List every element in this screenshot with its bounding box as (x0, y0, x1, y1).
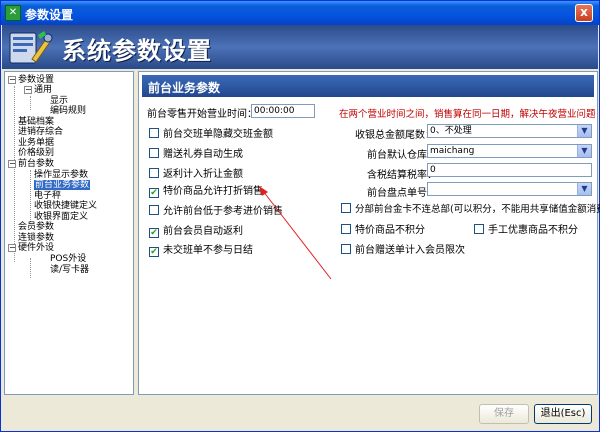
tree-item-inventory[interactable]: 进销存综合 (18, 127, 63, 137)
checkbox[interactable] (149, 148, 159, 158)
tree-item-documents[interactable]: 业务单据 (18, 138, 54, 148)
app-icon: ✕ (5, 5, 21, 21)
tree-item-base-archive[interactable]: 基础档案 (18, 117, 54, 127)
chevron-down-icon[interactable]: ▼ (577, 183, 591, 195)
tree-item-scale[interactable]: 电子秤 (34, 191, 61, 201)
option-manual-discount-no-points[interactable]: 手工优惠商品不积分 (474, 221, 578, 236)
tree-item-card-reader[interactable]: 读/写卡器 (50, 265, 89, 275)
option-unclosed-shift[interactable]: ✔ 未交班单不参与日结 (149, 241, 253, 257)
start-time-label: 前台零售开始营业时间： (147, 109, 257, 120)
tree-item-member[interactable]: 会员参数 (18, 222, 54, 232)
start-time-input[interactable]: 00:00:00 (251, 104, 315, 118)
option-gift-voucher-auto[interactable]: 赠送礼券自动生成 (149, 145, 243, 160)
option-member-auto-rebate[interactable]: ✔ 前台会员自动返利 (149, 222, 243, 238)
checkbox[interactable] (149, 205, 159, 215)
tax-input[interactable]: 0 (427, 163, 592, 177)
window-title: 参数设置 (25, 8, 74, 22)
rounding-label: 收银总金额尾数： (355, 130, 435, 141)
checkbox[interactable] (149, 168, 159, 178)
checkbox-checked[interactable]: ✔ (149, 228, 159, 238)
start-time-hint: 在两个营业时间之间，销售算在同一日期，解决午夜营业问题 (339, 109, 596, 120)
tree-item-hardware[interactable]: − 硬件外设 (8, 243, 54, 253)
tree-item-front-params[interactable]: − 前台参数 (8, 159, 54, 169)
inventory-select[interactable]: ▼ (427, 182, 592, 196)
save-button[interactable]: save-icon保存 (479, 404, 529, 424)
checkbox-checked[interactable]: ✔ (149, 247, 159, 257)
checkbox[interactable] (341, 224, 351, 234)
checkbox[interactable] (474, 224, 484, 234)
header-banner: 系统参数设置 (2, 25, 598, 69)
checkbox[interactable] (341, 203, 351, 213)
checkbox[interactable] (341, 244, 351, 254)
tree-item-display[interactable]: 显示 (50, 96, 68, 106)
tree-item-price-level[interactable]: 价格级别 (18, 148, 54, 158)
chevron-down-icon[interactable]: ▼ (577, 145, 591, 157)
close-button[interactable]: x (575, 4, 593, 22)
rounding-select[interactable]: 0、不处理 ▼ (427, 124, 592, 138)
panel-title: 前台业务参数 (142, 75, 594, 97)
settings-logo-icon (9, 31, 53, 64)
tree-item-chain[interactable]: 连锁参数 (18, 233, 54, 243)
option-special-price-discount[interactable]: ✔ 特价商品允许打折销售 (149, 182, 263, 198)
checkbox[interactable] (149, 128, 159, 138)
exit-button[interactable]: 退出(Esc) (534, 404, 592, 424)
option-rebate-to-discount[interactable]: 返利计入折让金额 (149, 165, 243, 180)
option-gift-member-limit[interactable]: 前台赠送单计入会员限次 (341, 241, 465, 256)
option-branch-gold-card[interactable]: 分部前台金卡不连总部(可以积分，不能用共享储值金额消费) (341, 201, 600, 215)
tree-item-front-business[interactable]: 前台业务参数 (34, 180, 91, 190)
tree-item-operation-display[interactable]: 操作显示参数 (34, 170, 88, 180)
settings-tree[interactable]: − 参数设置 − 通用 显示 编码规则 基础档案 进销存综合 业务单据 价格级别 −… (4, 71, 134, 395)
chevron-down-icon[interactable]: ▼ (577, 125, 591, 137)
checkbox-checked[interactable]: ✔ (149, 188, 159, 198)
window: ✕ 参数设置 x 系统参数设置 − 参数设置 − 通用 显示 编码规则 基础档案 进… (0, 0, 600, 432)
tree-item-code-rules[interactable]: 编码规则 (50, 106, 86, 116)
option-hide-shift-amount[interactable]: 前台交班单隐藏交班金额 (149, 125, 273, 140)
banner-title: 系统参数设置 (62, 36, 212, 65)
warehouse-select[interactable]: maichang ▼ (427, 144, 592, 158)
title-bar: ✕ 参数设置 x (1, 1, 599, 25)
settings-panel: 前台业务参数 前台零售开始营业时间： 00:00:00 在两个营业时间之间，销售… (138, 71, 600, 395)
option-below-cost-sale[interactable]: 允许前台低于参考进价销售 (149, 202, 283, 217)
option-special-no-points[interactable]: 特价商品不积分 (341, 221, 425, 236)
tree-item-pos[interactable]: POS外设 (50, 254, 86, 264)
tree-item-root[interactable]: − 参数设置 (8, 75, 54, 85)
tree-item-shortcut[interactable]: 收银快捷键定义 (34, 201, 97, 211)
tree-item-ui-define[interactable]: 收银界面定义 (34, 212, 88, 222)
tree-item-general[interactable]: − 通用 (24, 85, 52, 95)
